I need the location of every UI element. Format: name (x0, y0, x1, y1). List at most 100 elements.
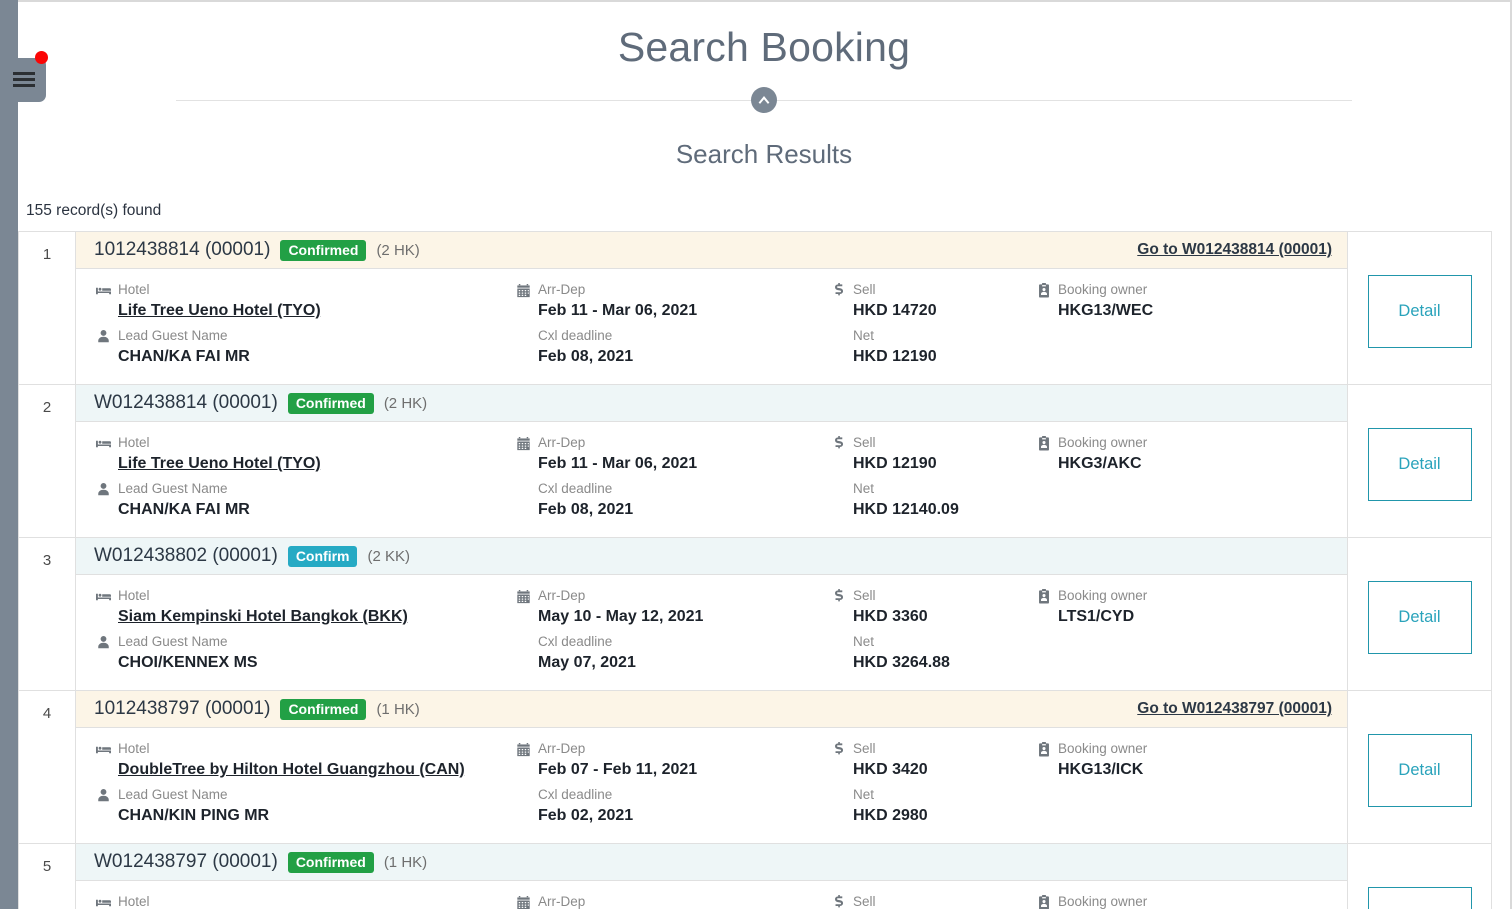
chevron-up-icon (758, 96, 770, 104)
cxl-deadline-label: Cxl deadline (516, 480, 811, 498)
goto-booking-link[interactable]: Go to W012438797 (00001) (1137, 700, 1332, 718)
detail-button[interactable]: Detail (1367, 734, 1472, 807)
sell-label-text: Sell (853, 894, 876, 909)
field-sell: Sell HKD 14720 (831, 281, 1016, 322)
table-row: 5W012438797 (00001)Confirmed(1 HK)HotelD… (19, 844, 1491, 909)
field-sell: Sell HKD 3420 (831, 740, 1016, 781)
net-label: Net (831, 633, 1016, 651)
arr-dep-label: Arr-Dep (516, 281, 811, 299)
column-hotel-guest: Hotel DoubleTree by Hilton Hotel Guangzho… (76, 740, 496, 827)
column-dates: Arr-Dep May 10 - May 12, 2021 Cxl deadline… (496, 587, 811, 674)
result-row-body: Hotel DoubleTree by Hilton Hotel Guangzho… (76, 728, 1347, 843)
column-dates: Arr-Dep Feb 11 - Mar 06, 2021 Cxl deadline… (496, 434, 811, 521)
result-row-header: W012438802 (00001) Confirm (2 KK) (76, 538, 1347, 575)
table-row: 3 W012438802 (00001) Confirm (2 KK) Hotel Sia… (19, 538, 1491, 691)
hamburger-icon (13, 72, 35, 88)
net-value: HKD 3264.88 (853, 654, 950, 671)
bed-icon (96, 283, 111, 298)
hotel-label-text: Hotel (118, 282, 150, 297)
booking-number: 1012438797 (00001) (94, 698, 271, 719)
user-icon (96, 482, 111, 497)
row-actions: Detail (1348, 538, 1491, 690)
id-card-icon (1036, 894, 1051, 909)
row-index: 5 (19, 844, 76, 909)
field-hotel: Hotel Life Tree Ueno Hotel (TYO) (96, 434, 496, 475)
field-net: Net HKD 12190 (831, 327, 1016, 368)
dollar-icon (831, 435, 846, 451)
cxl-deadline-value: Feb 08, 2021 (538, 348, 634, 365)
booking-owner-value: HKG13/WEC (1058, 302, 1154, 319)
field-hotel: Hotel Life Tree Ueno Hotel (TYO) (96, 281, 496, 322)
field-net: Net HKD 12140.09 (831, 480, 1016, 521)
net-label-text: Net (853, 634, 875, 649)
field-booking-owner: Booking owner HKG13/ICK (1036, 740, 1347, 781)
lead-guest-label: Lead Guest Name (96, 633, 496, 651)
bed-icon (96, 589, 111, 604)
hotel-label: Hotel (96, 587, 496, 605)
result-row-header: W012438814 (00001) Confirmed (2 HK) (76, 385, 1347, 422)
calendar-icon (516, 742, 531, 757)
detail-button[interactable]: Detail (1367, 581, 1472, 654)
cxl-deadline-label-text: Cxl deadline (538, 328, 613, 343)
booking-number: W012438802 (00001) (94, 545, 278, 566)
detail-button[interactable]: Detail (1367, 428, 1472, 501)
booking-owner-label: Booking owner (1036, 434, 1347, 452)
collapse-search-panel-button[interactable] (751, 87, 777, 113)
net-value: HKD 2980 (853, 807, 928, 824)
arr-dep-label-text: Arr-Dep (538, 588, 586, 603)
status-badge: Confirmed (280, 239, 367, 261)
field-lead-guest: Lead Guest Name CHAN/KIN PING MR (96, 786, 496, 827)
hotel-name-link[interactable]: Siam Kempinski Hotel Bangkok (BKK) (118, 608, 408, 625)
detail-button[interactable]: Detail (1367, 275, 1472, 348)
cxl-deadline-label: Cxl deadline (516, 633, 811, 651)
lead-guest-label-text: Lead Guest Name (118, 634, 228, 649)
field-lead-guest: Lead Guest Name CHAN/KA FAI MR (96, 327, 496, 368)
booking-owner-label: Booking owner (1036, 281, 1347, 299)
booking-owner-label: Booking owner (1036, 893, 1347, 909)
sell-label-text: Sell (853, 282, 876, 297)
row-actions: Detail (1348, 385, 1491, 537)
header-divider (176, 87, 1352, 113)
column-owner: Booking owner HKG13/WEC (1016, 281, 1347, 368)
hotel-name-link[interactable]: DoubleTree by Hilton Hotel Guangzhou (CA… (118, 761, 465, 778)
booking-owner-label-text: Booking owner (1058, 588, 1148, 603)
section-title: Search Results (675, 139, 853, 169)
bed-icon (96, 895, 111, 909)
arr-dep-value: May 10 - May 12, 2021 (538, 608, 704, 625)
column-hotel-guest: Hotel Life Tree Ueno Hotel (TYO) Lead Gues… (76, 434, 496, 521)
status-badge: Confirmed (287, 851, 374, 873)
cxl-deadline-value: May 07, 2021 (538, 654, 636, 671)
sell-label: Sell (831, 740, 1016, 758)
hotel-name-link[interactable]: Life Tree Ueno Hotel (TYO) (118, 455, 321, 472)
page-container: Search Booking Search Results 155 record… (18, 2, 1510, 909)
arr-dep-label: Arr-Dep (516, 434, 811, 452)
field-lead-guest: Lead Guest Name CHAN/KA FAI MR (96, 480, 496, 521)
id-card-icon (1036, 435, 1051, 451)
dollar-icon (831, 282, 846, 298)
field-net: Net HKD 2980 (831, 786, 1016, 827)
column-prices: SellHKD 2980 (811, 893, 1016, 909)
net-label-text: Net (853, 328, 875, 343)
detail-button[interactable]: Detail (1367, 887, 1472, 909)
user-icon (96, 329, 111, 344)
bed-icon (96, 436, 111, 451)
booking-number: 1012438814 (00001) (94, 239, 271, 260)
table-row: 1 1012438814 (00001) Confirmed (2 HK) Go to … (19, 232, 1491, 385)
lead-guest-label: Lead Guest Name (96, 786, 496, 804)
booking-number: W012438797 (00001) (94, 851, 278, 872)
row-index: 4 (19, 691, 76, 843)
hamburger-menu-button[interactable] (0, 58, 46, 102)
lead-guest-label-text: Lead Guest Name (118, 328, 228, 343)
column-owner: Booking owner HKG3/AKC (1016, 434, 1347, 521)
cxl-deadline-label-text: Cxl deadline (538, 787, 613, 802)
net-label: Net (831, 786, 1016, 804)
hotel-name-link[interactable]: Life Tree Ueno Hotel (TYO) (118, 302, 321, 319)
dollar-icon (831, 894, 846, 909)
lead-guest-value: CHAN/KA FAI MR (118, 348, 250, 365)
field-hotel: HotelDoubleTree by Hilton Hotel Guangzho… (96, 893, 496, 909)
goto-booking-link[interactable]: Go to W012438814 (00001) (1137, 241, 1332, 259)
